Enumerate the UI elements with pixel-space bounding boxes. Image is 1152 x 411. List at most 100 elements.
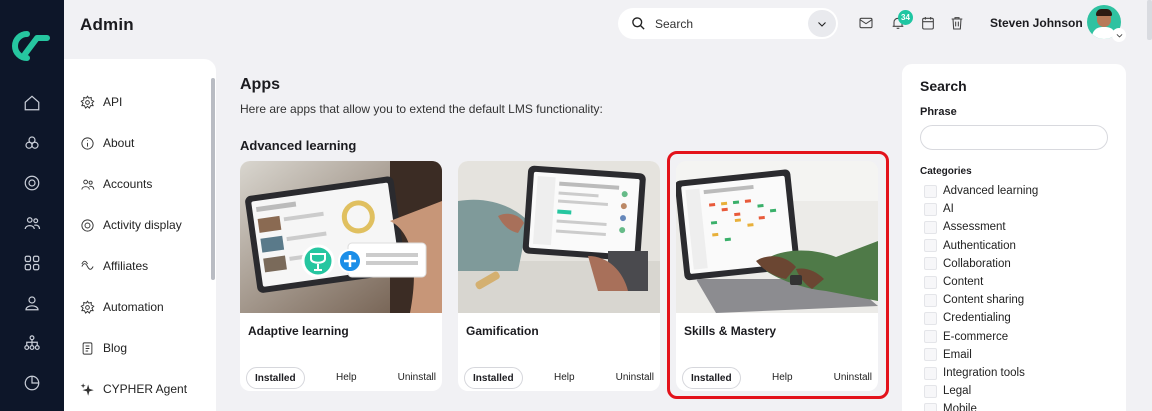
category-label: Credentialing: [943, 312, 1011, 325]
apps-heading: Apps: [240, 76, 280, 93]
gear-icon: [80, 94, 95, 109]
gear-icon: [80, 299, 95, 314]
checkbox[interactable]: [924, 275, 937, 289]
notification-badge: 34: [898, 10, 913, 25]
blog-icon: [82, 341, 93, 355]
user-menu-chevron[interactable]: [1112, 28, 1126, 42]
phrase-input[interactable]: [920, 125, 1108, 150]
search-icon: [632, 17, 645, 30]
category-label: Integration tools: [943, 367, 1025, 379]
user-name[interactable]: Steven Johnson: [990, 16, 1083, 30]
page-title: Admin: [80, 15, 134, 34]
category-label: AI: [943, 203, 954, 216]
category-checkbox[interactable]: Collaboration: [924, 256, 1011, 272]
category-label: Mobile: [943, 403, 977, 411]
checkbox[interactable]: [924, 257, 937, 271]
checkbox[interactable]: [924, 220, 937, 234]
courses-icon[interactable]: [21, 132, 43, 154]
checkbox[interactable]: [924, 239, 937, 253]
sparkle-icon: [80, 382, 94, 396]
checkbox[interactable]: [924, 366, 937, 380]
report-icon[interactable]: [21, 372, 43, 394]
category-checkbox[interactable]: E-commerce: [924, 329, 1008, 345]
checkbox[interactable]: [924, 184, 937, 198]
nav-item-affiliates[interactable]: Affiliates: [80, 256, 148, 276]
search-placeholder: Search: [655, 16, 694, 31]
filter-panel: Search Phrase Categories Advanced learni…: [902, 64, 1126, 411]
nav-item-automation[interactable]: Automation: [80, 297, 164, 317]
chevron-down-icon: [818, 21, 826, 27]
checkbox[interactable]: [924, 202, 937, 216]
app-card-image: [458, 161, 660, 313]
checkbox[interactable]: [924, 402, 937, 411]
phrase-label: Phrase: [920, 106, 957, 118]
trash-icon[interactable]: [948, 14, 966, 32]
uninstall-link[interactable]: Uninstall: [398, 372, 436, 383]
nav-item-about[interactable]: About: [80, 133, 134, 153]
page-scrollbar[interactable]: [1147, 0, 1152, 40]
nav-item-api[interactable]: API: [80, 92, 122, 112]
accounts-icon: [81, 179, 95, 190]
logo-icon[interactable]: [11, 30, 51, 62]
nav-item-cypher-agent[interactable]: CYPHER Agent: [80, 379, 187, 399]
category-checkbox[interactable]: Mobile: [924, 401, 977, 411]
app-card-title: Adaptive learning: [248, 324, 349, 338]
nav-item-label: Accounts: [103, 177, 153, 191]
checkbox[interactable]: [924, 348, 937, 362]
chevron-down-icon: [1116, 33, 1122, 38]
category-checkbox[interactable]: Content sharing: [924, 292, 1024, 308]
nav-item-label: API: [103, 95, 123, 109]
section-heading: Advanced learning: [240, 138, 357, 153]
checkbox[interactable]: [924, 311, 937, 325]
settings-nav: API About Accounts Activity display Affi…: [64, 59, 216, 411]
category-checkbox[interactable]: Email: [924, 347, 972, 363]
nav-item-label: CYPHER Agent: [103, 382, 188, 396]
info-icon: [81, 136, 94, 150]
help-link[interactable]: Help: [336, 372, 357, 383]
target-icon: [81, 218, 94, 232]
category-label: E-commerce: [943, 330, 1009, 343]
checkbox[interactable]: [924, 293, 937, 307]
category-checkbox[interactable]: Legal: [924, 383, 971, 399]
global-search[interactable]: Search: [618, 8, 838, 39]
nav-scrollbar[interactable]: [211, 78, 215, 280]
calendar-icon[interactable]: [919, 14, 937, 32]
nav-item-accounts[interactable]: Accounts: [80, 174, 152, 194]
checkbox[interactable]: [924, 330, 937, 344]
category-checkbox[interactable]: Credentialing: [924, 310, 1011, 326]
help-link[interactable]: Help: [554, 372, 575, 383]
nav-item-label: Activity display: [103, 218, 182, 232]
nav-item-blog[interactable]: Blog: [80, 338, 127, 358]
apps-intro: Here are apps that allow you to extend t…: [240, 102, 603, 116]
nav-item-label: About: [103, 136, 135, 150]
category-checkbox[interactable]: AI: [924, 201, 954, 217]
uninstall-link[interactable]: Uninstall: [616, 372, 654, 383]
app-rail: [0, 0, 64, 411]
app-card-gamification[interactable]: Gamification Installed Help Uninstall: [458, 161, 660, 391]
category-checkbox[interactable]: Advanced learning: [924, 183, 1038, 199]
nav-item-activity-display[interactable]: Activity display: [80, 215, 182, 235]
users-icon[interactable]: [21, 212, 43, 234]
filter-title: Search: [920, 78, 967, 94]
installed-badge: Installed: [464, 367, 523, 389]
categories-label: Categories: [920, 166, 972, 177]
category-label: Collaboration: [943, 257, 1011, 270]
installed-badge: Installed: [246, 367, 305, 389]
nav-item-label: Automation: [103, 300, 164, 314]
home-icon[interactable]: [21, 92, 43, 114]
category-checkbox[interactable]: Authentication: [924, 238, 1016, 254]
affiliates-icon: [81, 260, 94, 270]
grid-icon[interactable]: [21, 252, 43, 274]
search-dropdown-button[interactable]: [808, 10, 836, 37]
target-icon[interactable]: [21, 172, 43, 194]
person-icon[interactable]: [21, 292, 43, 314]
mail-icon[interactable]: [857, 14, 875, 32]
category-checkbox[interactable]: Integration tools: [924, 365, 1025, 381]
app-card-adaptive-learning[interactable]: Adaptive learning Installed Help Uninsta…: [240, 161, 442, 391]
category-checkbox[interactable]: Assessment: [924, 219, 1006, 235]
highlight-box: [667, 151, 889, 399]
hierarchy-icon[interactable]: [21, 332, 43, 354]
checkbox[interactable]: [924, 384, 937, 398]
category-label: Content sharing: [943, 294, 1025, 307]
category-checkbox[interactable]: Content: [924, 274, 983, 290]
